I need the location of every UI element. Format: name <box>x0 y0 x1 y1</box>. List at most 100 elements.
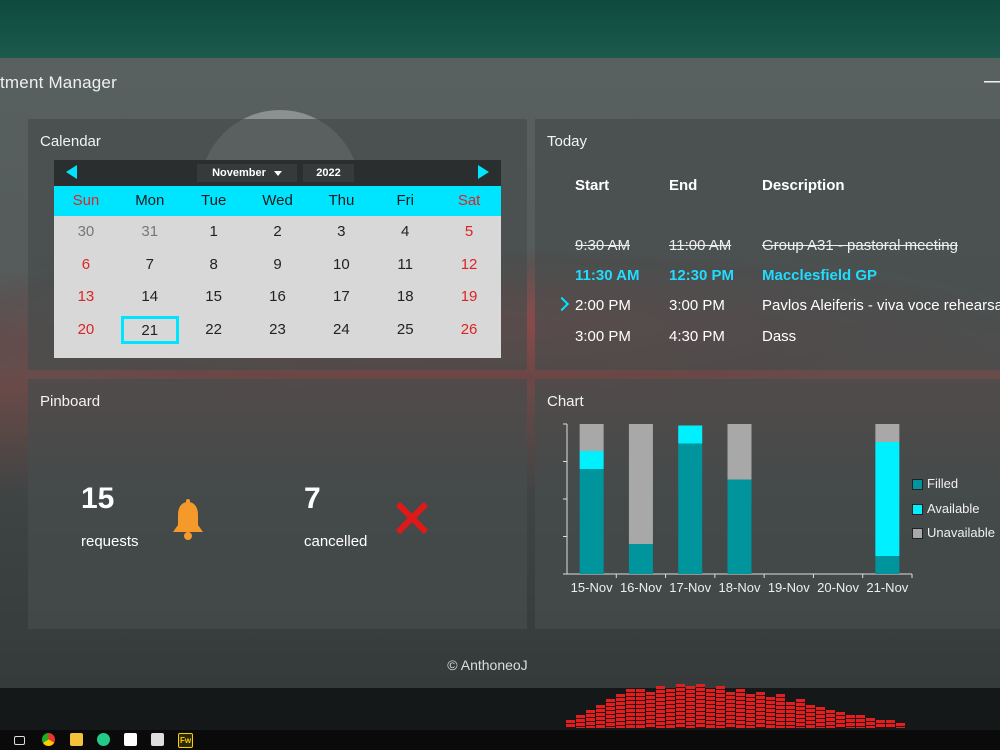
chart-bar-filled <box>875 556 900 574</box>
event-start: 11:30 AM <box>575 267 640 284</box>
calendar-panel-title: Calendar <box>40 133 101 150</box>
requests-count: 15 <box>81 482 115 515</box>
weekday-sat: Sat <box>457 192 481 209</box>
calendar-day[interactable]: 6 <box>54 249 118 282</box>
event-description: Macclesfield GP <box>762 267 878 284</box>
chart-panel-title: Chart <box>547 393 584 410</box>
today-panel-title: Today <box>547 133 588 150</box>
chart-bar-available <box>579 451 604 469</box>
calendar-day[interactable]: 30 <box>54 216 118 249</box>
event-row-current[interactable]: 11:30 AM 12:30 PM Macclesfield GP <box>535 267 1000 297</box>
calendar-day[interactable]: 26 <box>437 314 501 347</box>
calendar-day[interactable]: 2 <box>246 216 310 249</box>
calendar-panel: Calendar November 2022 Sun Mon Tue Wed T… <box>28 119 527 370</box>
chart-bar-available <box>678 425 703 444</box>
event-end: 4:30 PM <box>669 328 725 345</box>
desktop-background-top <box>0 0 1000 58</box>
x-axis-label: 16-Nov <box>620 580 662 595</box>
column-header-end: End <box>669 177 698 194</box>
event-end: 11:00 AM <box>669 237 732 254</box>
calendar-day[interactable]: 11 <box>373 249 437 282</box>
event-row-next[interactable]: 2:00 PM 3:00 PM Pavlos Aleiferis - viva … <box>535 296 1000 327</box>
weekday-mon: Mon <box>135 192 165 209</box>
calendar-day[interactable]: 14 <box>118 281 182 314</box>
calendar-day[interactable]: 10 <box>309 249 373 282</box>
legend-filled: Filled <box>912 476 958 491</box>
legend-available: Available <box>912 501 980 516</box>
x-axis-label: 19-Nov <box>768 580 810 595</box>
calendar-day[interactable]: 22 <box>182 314 246 347</box>
calendar-day[interactable]: 23 <box>246 314 310 347</box>
browser-icon[interactable] <box>97 733 110 746</box>
year-selector[interactable]: 2022 <box>303 164 354 182</box>
chrome-icon[interactable] <box>42 733 55 746</box>
calendar-day[interactable]: 13 <box>54 281 118 314</box>
event-end: 12:30 PM <box>669 267 735 284</box>
chart-bar-filled <box>727 479 752 574</box>
calendar-day[interactable]: 19 <box>437 281 501 314</box>
wolf-icon[interactable] <box>151 733 164 746</box>
chart-bar-filled <box>628 544 653 574</box>
legend-label: Filled <box>927 476 959 491</box>
x-axis-label: 18-Nov <box>719 580 761 595</box>
event-start: 2:00 PM <box>575 297 631 314</box>
pinboard-panel: Pinboard 15 requests 7 cancelled <box>28 379 527 629</box>
chevron-down-icon <box>273 170 282 176</box>
x-axis-label: 15-Nov <box>571 580 613 595</box>
event-row[interactable]: 9:30 AM 11:00 AM Group A31 - pastoral me… <box>535 237 1000 267</box>
x-axis-label: 17-Nov <box>669 580 711 595</box>
calendar-day[interactable]: 5 <box>437 216 501 249</box>
cancelled-count: 7 <box>304 482 321 515</box>
previous-month-icon[interactable] <box>66 165 77 179</box>
requests-label: requests <box>81 533 139 550</box>
calendar-day[interactable]: 18 <box>373 281 437 314</box>
event-end: 3:00 PM <box>669 297 725 314</box>
calendar-day[interactable]: 4 <box>373 216 437 249</box>
legend-swatch <box>912 528 923 540</box>
calendar-day-selected[interactable]: 21 <box>120 315 179 344</box>
calendar-day[interactable]: 15 <box>182 281 246 314</box>
x-axis-label: 20-Nov <box>817 580 859 595</box>
calendar-day[interactable]: 9 <box>246 249 310 282</box>
cross-icon[interactable] <box>394 500 430 536</box>
windows-taskbar: Fw <box>0 730 1000 750</box>
event-description: Dass <box>762 328 797 345</box>
calendar-day[interactable]: 17 <box>309 281 373 314</box>
legend-label: Available <box>927 501 980 516</box>
calendar-day[interactable]: 8 <box>182 249 246 282</box>
file-explorer-icon[interactable] <box>70 733 83 746</box>
chart-bar-unavailable <box>727 424 752 480</box>
calendar-day[interactable]: 31 <box>118 216 182 249</box>
bar-chart: 15-Nov 16-Nov 17-Nov 18-Nov 19-Nov 20-Nov 21-N… <box>563 423 913 595</box>
cancelled-label: cancelled <box>304 533 368 550</box>
month-label: November <box>212 167 266 179</box>
calendar-day[interactable]: 3 <box>309 216 373 249</box>
column-header-description: Description <box>762 177 845 194</box>
calendar-header: November 2022 <box>54 160 501 186</box>
weekday-sun: Sun <box>72 192 100 209</box>
calendar-day[interactable]: 12 <box>437 249 501 282</box>
weekday-tue: Tue <box>201 192 227 209</box>
chart-bar-unavailable <box>628 424 653 544</box>
weekday-fri: Fri <box>396 192 414 209</box>
column-header-start: Start <box>575 177 610 194</box>
legend-unavailable: Unavailable <box>912 525 995 540</box>
month-dropdown[interactable]: November <box>197 164 297 182</box>
calendar-day[interactable]: 7 <box>118 249 182 282</box>
bell-icon[interactable] <box>170 499 206 541</box>
calendar-day[interactable]: 16 <box>246 281 310 314</box>
fireworks-icon[interactable]: Fw <box>178 733 193 748</box>
app-icon[interactable] <box>124 733 137 746</box>
event-row[interactable]: 3:00 PM 4:30 PM Dass <box>535 328 1000 358</box>
calendar-day[interactable]: 1 <box>182 216 246 249</box>
calendar-day[interactable]: 24 <box>309 314 373 347</box>
task-view-icon[interactable] <box>14 736 25 745</box>
app-title: tment Manager <box>0 73 117 92</box>
event-start: 9:30 AM <box>575 237 631 254</box>
calendar-day[interactable]: 20 <box>54 314 118 347</box>
weekday-header: Sun Mon Tue Wed Thu Fri Sat <box>54 186 501 216</box>
chart-bar-unavailable <box>579 424 604 451</box>
calendar-day[interactable]: 25 <box>373 314 437 347</box>
minimize-button[interactable]: — <box>984 70 1000 93</box>
next-month-icon[interactable] <box>478 165 489 179</box>
